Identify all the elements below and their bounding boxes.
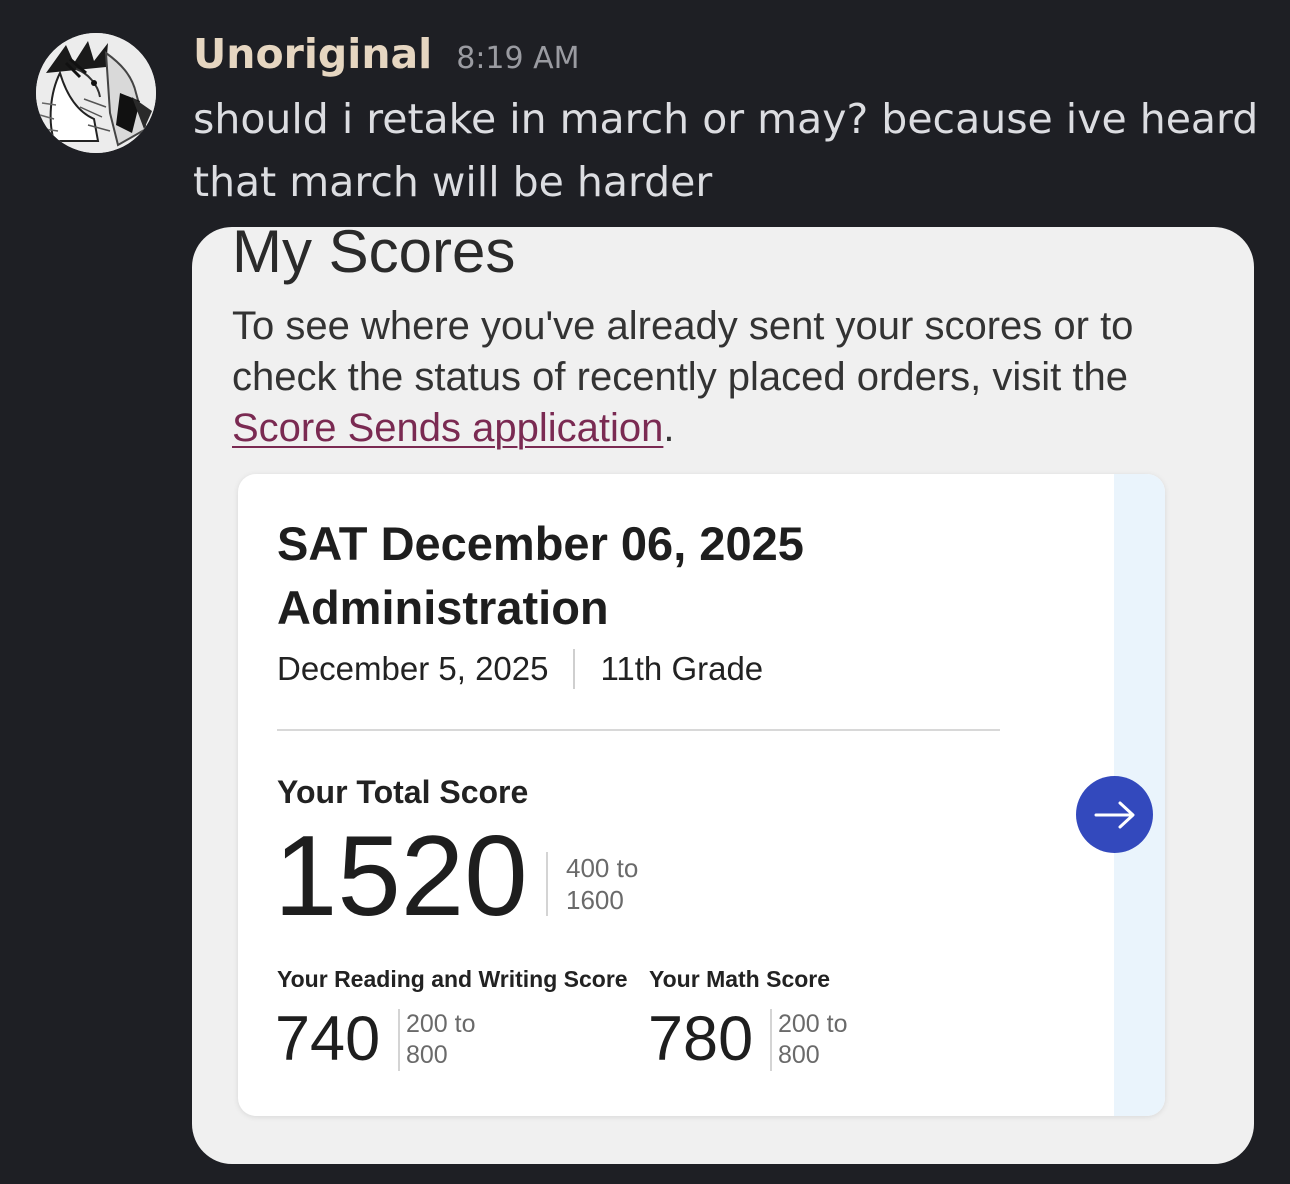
- arrow-right-icon: [1094, 801, 1134, 828]
- rw-score-range: 200 to 800: [398, 1009, 476, 1071]
- math-score-label: Your Math Score: [649, 966, 831, 992]
- math-range-line: 800: [778, 1041, 820, 1069]
- card-divider: [277, 729, 1000, 731]
- message-text-line: should i retake in march or may? because…: [193, 95, 1259, 143]
- score-card[interactable]: SAT December 06, 2025 Administration Dec…: [238, 474, 1165, 1116]
- grade-level: 11th Grade: [600, 650, 764, 687]
- message-text: should i retake in march or may? because…: [193, 88, 1263, 214]
- rw-range-line: 800: [406, 1041, 448, 1069]
- intro-end: .: [663, 406, 675, 450]
- math-range-line: 200 to: [778, 1010, 848, 1038]
- user-avatar[interactable]: [36, 33, 156, 153]
- total-range-line: 400 to: [566, 853, 639, 883]
- username[interactable]: Unoriginal: [193, 30, 432, 78]
- score-sends-link[interactable]: Score Sends application: [232, 406, 663, 450]
- test-date: December 5, 2025: [277, 650, 549, 687]
- page-title: My Scores: [232, 227, 516, 285]
- rw-score-label: Your Reading and Writing Score: [277, 966, 628, 992]
- intro-text: To see where you've already sent your sc…: [232, 304, 1134, 399]
- message-header: Unoriginal 8:19 AM: [193, 30, 580, 82]
- math-score-value: 780: [648, 1004, 754, 1074]
- math-score-range: 200 to 800: [770, 1009, 848, 1071]
- manga-avatar-icon: [36, 33, 156, 153]
- message-text-line: that march will be harder: [193, 158, 713, 206]
- administration-title: SAT December 06, 2025 Administration: [277, 517, 804, 634]
- intro-paragraph: To see where you've already sent your sc…: [232, 301, 1222, 454]
- rw-score-value: 740: [275, 1004, 381, 1074]
- rw-range-line: 200 to: [406, 1010, 476, 1038]
- total-score-value: 1520: [274, 813, 528, 940]
- test-meta: December 5, 2025 11th Grade: [277, 649, 763, 689]
- total-range-line: 1600: [566, 885, 624, 915]
- total-score-range: 400 to 1600: [546, 852, 638, 916]
- view-details-button[interactable]: [1076, 776, 1153, 853]
- timestamp: 8:19 AM: [456, 41, 580, 76]
- chat-message: Unoriginal 8:19 AM should i retake in ma…: [0, 0, 1290, 1184]
- image-attachment[interactable]: My Scores To see where you've already se…: [192, 227, 1254, 1164]
- meta-divider: [572, 649, 575, 689]
- total-score-label: Your Total Score: [277, 774, 529, 810]
